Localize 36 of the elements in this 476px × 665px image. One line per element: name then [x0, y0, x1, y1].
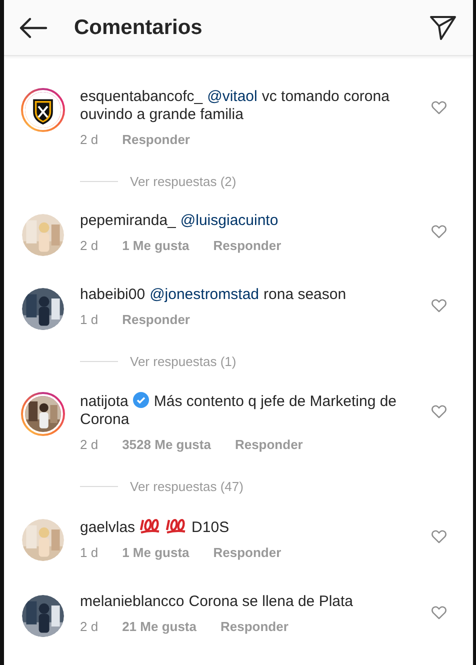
view-replies-link[interactable]: Ver respuestas (1)	[130, 354, 236, 368]
reply-link[interactable]: Responder	[220, 617, 288, 637]
heart-icon[interactable]	[431, 298, 447, 313]
reply-link[interactable]: Responder	[122, 130, 190, 150]
reply-link[interactable]: Responder	[213, 236, 282, 256]
comment-time: 1 d	[80, 544, 98, 562]
comment-text: esquentabancofc_ @vitaol vc tomando corona ouvindo a grande familia	[80, 88, 390, 124]
hundred-points-icon	[165, 517, 188, 535]
comment-text: natijota Más contento q jefe de Marketing de Corona	[80, 392, 398, 429]
reply-link[interactable]: Responder	[234, 435, 303, 455]
back-arrow-icon[interactable]	[18, 16, 48, 38]
comment-time: 2 d	[80, 237, 98, 255]
comment-text: melanieblancco Corona se llena de Plata	[80, 593, 354, 611]
heart-icon[interactable]	[431, 404, 447, 419]
comment-text: pepemiranda_ @luisgiacuinto	[80, 212, 280, 230]
likes-count-link[interactable]: 1 Me gusta	[122, 236, 190, 256]
comment-time: 1 d	[80, 311, 98, 329]
send-icon[interactable]	[429, 14, 457, 40]
heart-icon[interactable]	[431, 605, 447, 620]
comment-text: gaelvlas D10S	[80, 517, 230, 537]
likes-count-link[interactable]: 21 Me gusta	[122, 617, 196, 637]
likes-count-link[interactable]: 3528 Me gusta	[122, 435, 211, 455]
screen-title: Comentarios	[74, 16, 204, 40]
comment-text: habeibi00 @jonestromstad rona season	[80, 286, 348, 304]
reply-link[interactable]: Responder	[213, 543, 282, 563]
reply-link[interactable]: Responder	[122, 310, 190, 330]
hundred-points-icon	[139, 517, 162, 535]
heart-icon[interactable]	[431, 529, 447, 544]
view-replies-link[interactable]: Ver respuestas (2)	[130, 174, 236, 188]
comment-time: 2 d	[80, 131, 98, 149]
view-replies-link[interactable]: Ver respuestas (47)	[130, 478, 244, 494]
heart-icon[interactable]	[431, 100, 447, 115]
heart-icon[interactable]	[431, 224, 447, 239]
likes-count-link[interactable]: 1 Me gusta	[122, 543, 190, 563]
comment-time: 2 d	[80, 618, 98, 636]
comment-time: 2 d	[80, 436, 98, 454]
